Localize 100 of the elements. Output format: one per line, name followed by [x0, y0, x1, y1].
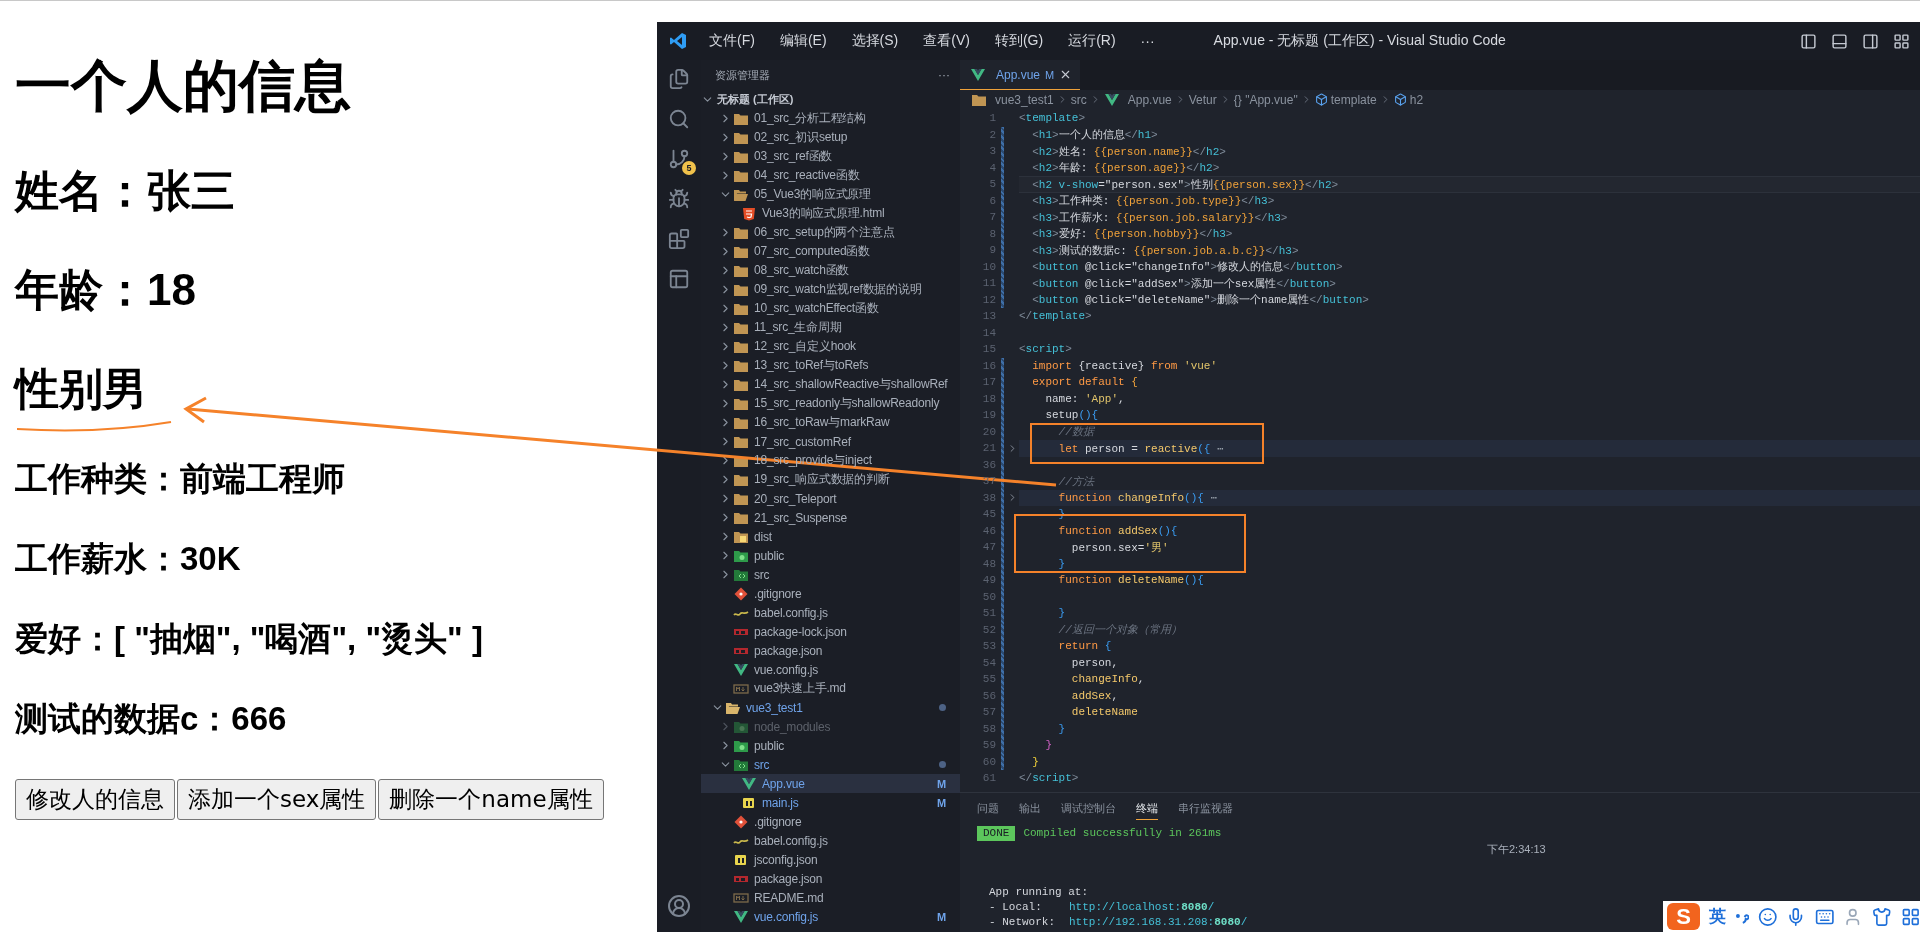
tree-item[interactable]: 16_src_toRaw与markRaw [701, 413, 960, 432]
panel-tab[interactable]: 调试控制台 [1061, 798, 1116, 820]
terminal-link[interactable]: http://localhost:8080/ [1069, 900, 1215, 913]
tree-item[interactable]: src [701, 755, 960, 774]
tree-item[interactable]: 06_src_setup的两个注意点 [701, 223, 960, 242]
shirt-icon[interactable] [1872, 906, 1892, 927]
tree-item[interactable]: 13_src_toRef与toRefs [701, 356, 960, 375]
tree-item[interactable]: 02_src_初识setup [701, 128, 960, 147]
line-number: 61 [981, 772, 996, 785]
tree-item[interactable]: 04_src_reactive函数 [701, 166, 960, 185]
tree-item[interactable]: vue.config.js [701, 660, 960, 679]
sidebar-toggle-icon[interactable] [1800, 32, 1817, 50]
menu-item[interactable]: 编辑(E) [779, 32, 827, 50]
tree-item[interactable]: 10_src_watchEffect函数 [701, 299, 960, 318]
menu-item[interactable]: 查看(V) [923, 32, 970, 50]
terminal-link[interactable]: http://192.168.31.208:8080/ [1069, 915, 1248, 928]
menu-item[interactable]: 运行(R) [1068, 32, 1116, 50]
breadcrumb-item[interactable]: vue3_test1 [971, 92, 1054, 107]
tree-item[interactable]: package.json [701, 641, 960, 660]
code-line: //方法 [1057, 474, 1094, 489]
panel-tab[interactable]: 输出 [1019, 798, 1041, 820]
emoji-icon[interactable] [1757, 906, 1778, 927]
menu-item[interactable]: 转到(G) [994, 32, 1044, 50]
breadcrumb-item[interactable]: App.vue [1103, 92, 1172, 107]
line-number: 11 [981, 277, 996, 290]
code-line: <h2>姓名: {{person.name}}</h2> [1031, 144, 1226, 159]
layout-icon[interactable] [1893, 32, 1910, 50]
menu-item[interactable]: 文件(F) [709, 32, 755, 50]
folder-icon [733, 358, 749, 373]
tree-item[interactable]: App.vue M [701, 774, 960, 793]
account-icon[interactable] [667, 894, 691, 918]
breadcrumb-item[interactable]: h2 [1393, 92, 1424, 107]
line-number: 4 [988, 161, 996, 174]
grid-icon[interactable] [1900, 906, 1920, 927]
window-icon[interactable] [668, 268, 690, 290]
action-button[interactable]: 添加一个sex属性 [177, 779, 377, 820]
code-line: person, [1070, 656, 1119, 669]
extensions-icon[interactable] [668, 228, 690, 250]
more-button[interactable]: ··· [938, 68, 950, 82]
tree-item[interactable]: Vue3的响应式原理.html [701, 204, 960, 223]
code-line: } [1031, 755, 1039, 768]
editor-tab[interactable]: App.vue M [960, 60, 1081, 90]
tree-item[interactable]: .gitignore [701, 812, 960, 831]
secondary-sidebar-icon[interactable] [1862, 32, 1879, 50]
code-line: <h1>一个人的信息</h1> [1031, 128, 1158, 143]
tree-item[interactable]: 20_src_Teleport [701, 489, 960, 508]
tree-item[interactable]: 08_src_watch函数 [701, 261, 960, 280]
action-button[interactable]: 删除一个name属性 [378, 779, 604, 820]
tree-item[interactable]: 15_src_readonly与shallowReadonly [701, 394, 960, 413]
workspace-header[interactable]: 无标题 (工作区) [701, 90, 960, 109]
code-line: person.sex='男' [1070, 540, 1169, 555]
tree-item[interactable]: babel.config.js [701, 603, 960, 622]
tree-item[interactable]: 17_src_customRef [701, 432, 960, 451]
tree-item[interactable]: 14_src_shallowReactive与shallowRef [701, 375, 960, 394]
tree-item[interactable]: jsconfig.json [701, 850, 960, 869]
bug-icon[interactable] [668, 188, 690, 210]
menu-item[interactable]: ··· [1140, 33, 1155, 49]
tree-item[interactable]: README.md [701, 888, 960, 907]
code-line: deleteName [1070, 706, 1138, 719]
line-number: 16 [981, 359, 996, 372]
tree-item[interactable]: public [701, 736, 960, 755]
tree-item[interactable]: 07_src_computed函数 [701, 242, 960, 261]
source-control-icon[interactable] [668, 148, 690, 170]
tree-item[interactable]: 19_src_响应式数据的判断 [701, 470, 960, 489]
action-button[interactable]: 修改人的信息 [15, 779, 175, 820]
tree-item[interactable]: 21_src_Suspense [701, 508, 960, 527]
tree-item[interactable]: babel.config.js [701, 831, 960, 850]
panel-tab[interactable]: 串行监视器 [1178, 798, 1233, 820]
explorer-icon[interactable] [668, 68, 690, 90]
breadcrumb-item[interactable]: {} "App.vue" [1233, 92, 1298, 107]
tree-item[interactable]: 05_Vue3的响应式原理 [701, 185, 960, 204]
panel-tab[interactable]: 终端 [1136, 798, 1158, 820]
tree-item[interactable]: vue3_test1 [701, 698, 960, 717]
code-line: //返回一个对象（常用） [1057, 623, 1182, 638]
tree-item[interactable]: public [701, 546, 960, 565]
tree-item[interactable]: 03_src_ref函数 [701, 147, 960, 166]
tree-item[interactable]: vue3快速上手.md [701, 679, 960, 698]
tree-item[interactable]: src [701, 565, 960, 584]
tree-item[interactable]: .gitignore [701, 584, 960, 603]
tree-item[interactable]: 12_src_自定义hook [701, 337, 960, 356]
tree-item[interactable]: package-lock.json [701, 622, 960, 641]
tree-item[interactable]: dist [701, 527, 960, 546]
language-mode[interactable]: 英 [1709, 905, 1727, 928]
search-icon[interactable] [668, 108, 690, 130]
panel-toggle-icon[interactable] [1831, 32, 1848, 50]
breadcrumb-item[interactable]: src [1070, 92, 1087, 107]
line-number: 58 [981, 722, 996, 735]
tree-item[interactable]: 01_src_分析工程结构 [701, 109, 960, 128]
panel-tab[interactable]: 问题 [977, 798, 999, 820]
menu-item[interactable]: 选择(S) [851, 32, 899, 50]
tree-item[interactable]: vue.config.js M [701, 907, 960, 926]
tree-item[interactable]: 09_src_watch监视ref数据的说明 [701, 280, 960, 299]
tree-item[interactable]: package.json [701, 869, 960, 888]
breadcrumb-item[interactable]: Vetur [1188, 92, 1217, 107]
breadcrumb-item[interactable]: template [1314, 92, 1377, 107]
tree-item[interactable]: main.js M [701, 793, 960, 812]
tree-item[interactable]: 11_src_生命周期 [701, 318, 960, 337]
shield-icon [741, 206, 757, 221]
code-line: function changeInfo(){ ⋯ [1057, 491, 1218, 505]
line-number: 59 [981, 739, 996, 752]
